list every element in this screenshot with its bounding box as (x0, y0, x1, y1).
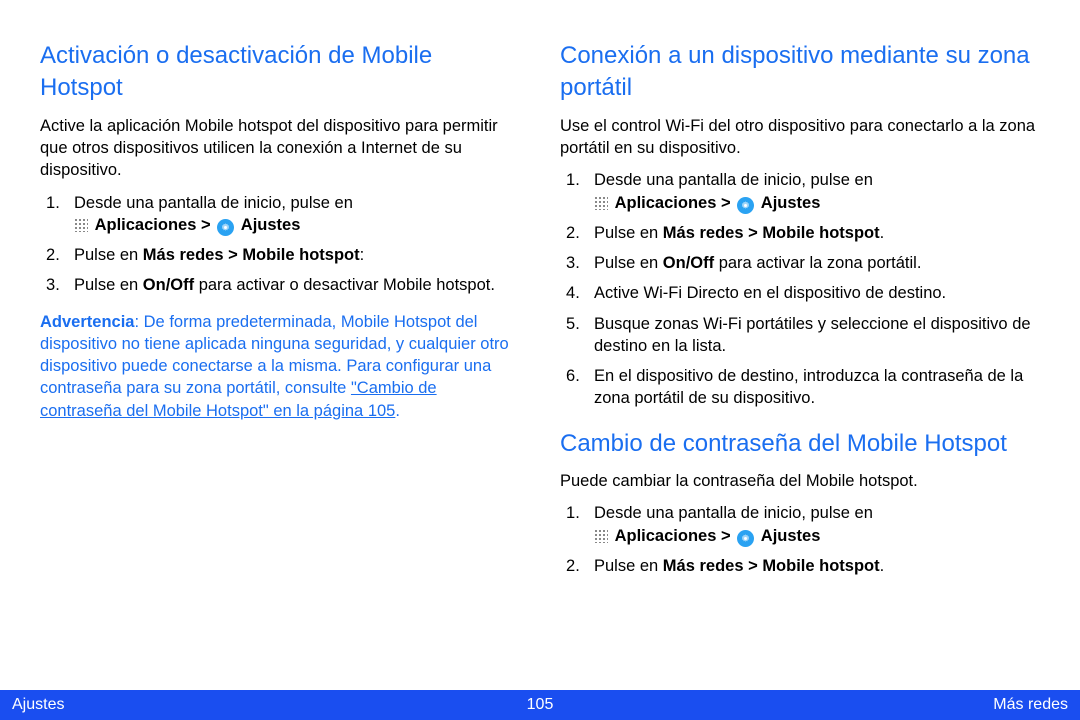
settings-gear-icon (737, 197, 754, 214)
steps-list-connect: Desde una pantalla de inicio, pulse en A… (560, 169, 1040, 409)
step-text: Desde una pantalla de inicio, pulse en (74, 194, 353, 212)
left-column: Activación o desactivación de Mobile Hot… (40, 40, 520, 690)
step-text: Desde una pantalla de inicio, pulse en (594, 504, 873, 522)
apps-grid-icon (594, 529, 608, 543)
warning-paragraph: Advertencia: De forma predeterminada, Mo… (40, 311, 520, 422)
settings-gear-icon (217, 219, 234, 236)
warning-lead: Advertencia (40, 313, 134, 331)
step-text: Pulse en (594, 557, 663, 575)
step-text: Pulse en (74, 276, 143, 294)
step-text: Desde una pantalla de inicio, pulse en (594, 171, 873, 189)
step-text: . (880, 224, 885, 242)
apps-label: Aplicaciones > (615, 527, 736, 545)
step-text: Busque zonas Wi-Fi portátiles y seleccio… (594, 315, 1031, 355)
list-item: Desde una pantalla de inicio, pulse en A… (560, 502, 1040, 547)
footer-right: Más redes (993, 696, 1068, 714)
step-text: Active Wi-Fi Directo en el dispositivo d… (594, 284, 946, 302)
list-item: Pulse en Más redes > Mobile hotspot. (560, 222, 1040, 244)
intro-paragraph: Use el control Wi-Fi del otro dispositiv… (560, 115, 1040, 160)
step-text: Pulse en (594, 254, 663, 272)
settings-label: Ajustes (761, 194, 821, 212)
list-item: Pulse en Más redes > Mobile hotspot. (560, 555, 1040, 577)
section-heading-connect: Conexión a un dispositivo mediante su zo… (560, 40, 1040, 105)
step-text: : (360, 246, 365, 264)
right-column: Conexión a un dispositivo mediante su zo… (560, 40, 1040, 690)
step-bold: Más redes > Mobile hotspot (663, 557, 880, 575)
manual-page: Activación o desactivación de Mobile Hot… (0, 0, 1080, 720)
settings-label: Ajustes (241, 216, 301, 234)
settings-gear-icon (737, 530, 754, 547)
list-item: Desde una pantalla de inicio, pulse en A… (560, 169, 1040, 214)
step-bold: On/Off (143, 276, 194, 294)
footer-left: Ajustes (12, 696, 64, 714)
settings-label: Ajustes (761, 527, 821, 545)
list-item: Pulse en On/Off para activar la zona por… (560, 252, 1040, 274)
apps-label: Aplicaciones > (95, 216, 216, 234)
list-item: Desde una pantalla de inicio, pulse en A… (40, 192, 520, 237)
apps-grid-icon (74, 218, 88, 232)
list-item: Busque zonas Wi-Fi portátiles y seleccio… (560, 313, 1040, 358)
steps-list-password: Desde una pantalla de inicio, pulse en A… (560, 502, 1040, 577)
step-text: para activar o desactivar Mobile hotspot… (194, 276, 495, 294)
page-footer: Ajustes 105 Más redes (0, 690, 1080, 720)
step-bold: Más redes > Mobile hotspot (143, 246, 360, 264)
apps-grid-icon (594, 196, 608, 210)
intro-paragraph: Puede cambiar la contraseña del Mobile h… (560, 470, 1040, 492)
list-item: En el dispositivo de destino, introduzca… (560, 365, 1040, 410)
two-column-layout: Activación o desactivación de Mobile Hot… (0, 0, 1080, 690)
section-heading-activation: Activación o desactivación de Mobile Hot… (40, 40, 520, 105)
step-bold: Más redes > Mobile hotspot (663, 224, 880, 242)
step-text: En el dispositivo de destino, introduzca… (594, 367, 1023, 407)
steps-list-activation: Desde una pantalla de inicio, pulse en A… (40, 192, 520, 297)
list-item: Pulse en Más redes > Mobile hotspot: (40, 244, 520, 266)
list-item: Active Wi-Fi Directo en el dispositivo d… (560, 282, 1040, 304)
apps-label: Aplicaciones > (615, 194, 736, 212)
section-heading-password: Cambio de contraseña del Mobile Hotspot (560, 428, 1040, 460)
list-item: Pulse en On/Off para activar o desactiva… (40, 274, 520, 296)
step-bold: On/Off (663, 254, 714, 272)
step-text: Pulse en (74, 246, 143, 264)
step-text: Pulse en (594, 224, 663, 242)
step-text: para activar la zona portátil. (714, 254, 921, 272)
intro-paragraph: Active la aplicación Mobile hotspot del … (40, 115, 520, 182)
warning-end: . (395, 402, 400, 420)
page-number: 105 (527, 696, 554, 714)
step-text: . (880, 557, 885, 575)
